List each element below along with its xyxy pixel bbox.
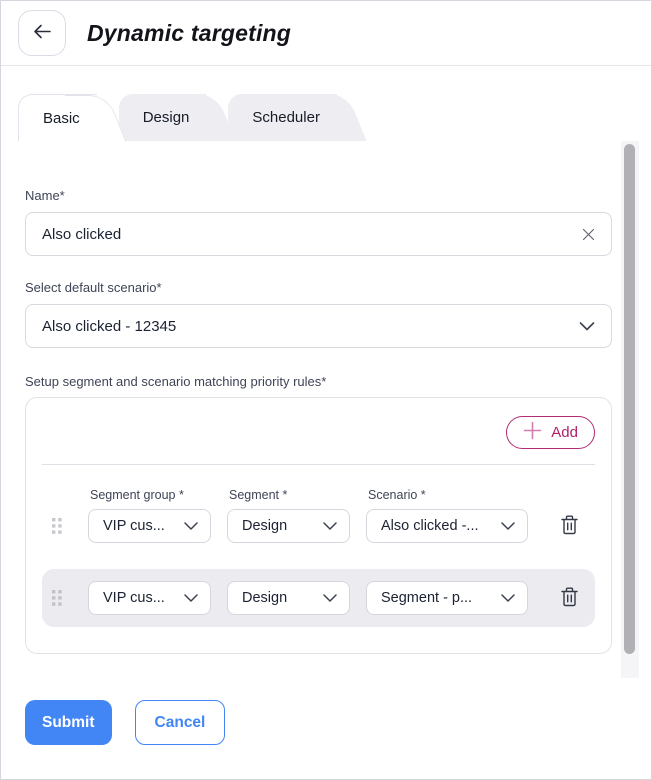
tab-design-label: Design (143, 109, 190, 126)
chevron-down-icon (323, 518, 337, 534)
dynamic-targeting-window: Dynamic targeting Basic Design Scheduler… (0, 0, 652, 780)
segment-group-column-label: Segment group * (88, 487, 211, 503)
panel-divider (42, 464, 595, 465)
rules-section-label: Setup segment and scenario matching prio… (25, 374, 612, 390)
scenario-column-label: Scenario * (366, 487, 528, 503)
submit-button[interactable]: Submit (25, 700, 112, 745)
page-title: Dynamic targeting (87, 20, 291, 47)
segment-group-select[interactable]: VIP cus... (88, 581, 211, 615)
tab-bar: Basic Design Scheduler (18, 94, 359, 141)
scrollbar-thumb[interactable] (624, 144, 635, 654)
chevron-down-icon (184, 518, 198, 534)
back-button[interactable] (18, 10, 66, 56)
rule-row: VIP cus... Design Segment - p... (42, 581, 595, 615)
scenario-select[interactable]: Also clicked -... (366, 509, 528, 543)
tab-scheduler[interactable]: Scheduler (228, 94, 337, 141)
segment-select[interactable]: Design (227, 509, 350, 543)
default-scenario-label: Select default scenario* (25, 280, 612, 296)
footer-actions: Submit Cancel (25, 700, 225, 745)
tab-basic-label: Basic (43, 110, 80, 127)
form-scroll-area: Name* Also clicked Select default scenar… (1, 141, 651, 678)
segment-value: Design (242, 518, 287, 534)
chevron-down-icon (501, 590, 515, 606)
trash-icon (561, 515, 578, 538)
name-input-value: Also clicked (42, 226, 121, 243)
rule-column-headers: Segment group * Segment * Scenario * (42, 487, 595, 503)
drag-handle-icon[interactable] (42, 518, 72, 534)
tab-design[interactable]: Design (119, 94, 207, 141)
segment-group-value: VIP cus... (103, 518, 165, 534)
delete-rule-button[interactable] (555, 583, 585, 613)
trash-icon (561, 587, 578, 610)
default-scenario-value: Also clicked - 12345 (42, 318, 176, 335)
segment-column-label: Segment * (227, 487, 350, 503)
scenario-value: Segment - p... (381, 590, 472, 606)
default-scenario-select[interactable]: Also clicked - 12345 (25, 304, 612, 348)
chevron-down-icon (579, 318, 595, 335)
scenario-value: Also clicked -... (381, 518, 479, 534)
add-rule-label: Add (551, 424, 578, 441)
tab-scheduler-label: Scheduler (252, 109, 320, 126)
segment-group-value: VIP cus... (103, 590, 165, 606)
add-rule-button[interactable]: Add (506, 416, 595, 449)
chevron-down-icon (501, 518, 515, 534)
name-label: Name* (25, 188, 612, 204)
rule-row-highlighted: VIP cus... Design Segment - p... (42, 569, 595, 627)
header: Dynamic targeting (1, 1, 651, 66)
plus-icon (523, 421, 542, 444)
name-input[interactable]: Also clicked (25, 212, 612, 256)
delete-rule-button[interactable] (555, 511, 585, 541)
segment-value: Design (242, 590, 287, 606)
chevron-down-icon (323, 590, 337, 606)
scenario-select[interactable]: Segment - p... (366, 581, 528, 615)
clear-input-icon[interactable] (582, 228, 595, 241)
back-arrow-icon (33, 24, 52, 42)
rule-row: VIP cus... Design Also clicked -... (42, 509, 595, 543)
scrollbar-track[interactable] (621, 141, 639, 678)
tab-basic[interactable]: Basic (18, 94, 97, 141)
drag-handle-icon[interactable] (42, 590, 72, 606)
segment-group-select[interactable]: VIP cus... (88, 509, 211, 543)
cancel-button[interactable]: Cancel (135, 700, 226, 745)
segment-select[interactable]: Design (227, 581, 350, 615)
chevron-down-icon (184, 590, 198, 606)
rules-panel: Add Segment group * Segment * Scenario * (25, 397, 612, 654)
